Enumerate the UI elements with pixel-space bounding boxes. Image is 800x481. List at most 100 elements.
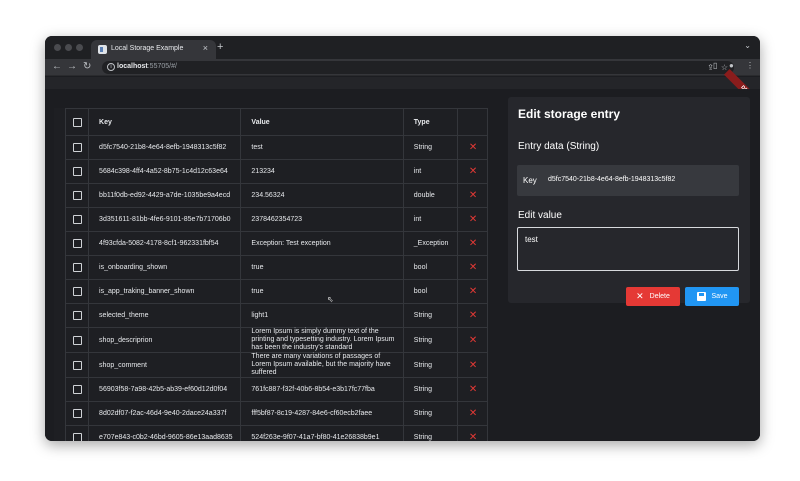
row-type-cell: String	[402, 377, 458, 402]
row-checkbox[interactable]	[73, 311, 82, 320]
row-delete-cell: ✕	[456, 183, 488, 208]
row-value-text: fff5bf87-8c19-4287-84e6-cf60ecb2faee	[251, 409, 373, 417]
storage-table: Key Value Type d5fc7540-21b8-4e64-8efb-1…	[64, 108, 488, 441]
select-all-checkbox[interactable]	[73, 117, 82, 127]
delete-row-icon[interactable]: ✕	[469, 286, 477, 297]
row-value-text: test	[251, 143, 263, 151]
reload-icon[interactable]: ↻	[83, 61, 91, 72]
delete-button[interactable]: ✕ Delete	[626, 287, 680, 306]
tab-title: Local Storage Example	[111, 45, 184, 52]
table-row[interactable]: selected_theme light1 String ✕	[64, 303, 488, 328]
row-checkbox[interactable]	[73, 143, 82, 152]
browser-menu-icon[interactable]: ⋮	[746, 61, 754, 70]
delete-button-label: Delete	[649, 293, 670, 300]
row-checkbox[interactable]	[73, 433, 82, 441]
table-row[interactable]: 5684c398-4ff4-4a52-8b75-1c4d12c63e64 2132…	[64, 159, 488, 184]
back-icon[interactable]: ←	[52, 61, 62, 72]
row-checkbox[interactable]	[73, 360, 82, 370]
row-checkbox[interactable]	[73, 191, 82, 200]
delete-row-icon[interactable]: ✕	[469, 166, 477, 177]
tab-strip: Local Storage Example × + ⌄	[45, 36, 760, 59]
row-checkbox[interactable]	[73, 409, 82, 418]
select-all-cell	[64, 108, 90, 136]
table-row[interactable]: bb11f0db-ed92-4429-a7de-1035be9a4ecd 234.…	[64, 183, 488, 208]
delete-row-icon[interactable]: ✕	[469, 142, 477, 153]
edit-panel: Edit storage entry Entry data (String) K…	[508, 97, 750, 306]
table-row[interactable]: e707e843-c0b2-46bd-9605-86e13aad8635 524f…	[64, 425, 488, 441]
row-value-cell: 761fc887-f32f-40b6-8b54-e3b17fc77fba	[240, 377, 404, 402]
row-key-cell: d5fc7540-21b8-4e64-8efb-1948313c5f82	[88, 135, 242, 160]
new-tab-icon[interactable]: +	[217, 41, 223, 53]
site-info-icon[interactable]: i	[107, 63, 115, 71]
row-type-cell: double	[402, 183, 458, 208]
column-header-actions	[456, 108, 488, 136]
row-key-cell: is_app_traking_banner_shown	[88, 279, 242, 304]
side-panel-icon[interactable]: ▯	[713, 61, 717, 70]
table-row[interactable]: 3d351611-81bb-4fe6-9101-85e7b71706b0 2378…	[64, 207, 488, 232]
row-key-cell: selected_theme	[88, 303, 242, 328]
save-icon	[696, 292, 706, 301]
row-key-cell: 56903f58-7a98-42b5-ab39-ef60d12d0f04	[88, 377, 242, 402]
row-checkbox[interactable]	[73, 287, 82, 296]
row-type-cell: String	[402, 352, 458, 378]
delete-row-icon[interactable]: ✕	[469, 408, 477, 419]
table-row[interactable]: 4f93cfda-5082-4178-8cf1-962331fbf54 Excep…	[64, 231, 488, 256]
row-value-text: Lorem Ipsum is simply dummy text of the …	[251, 328, 395, 351]
table-row[interactable]: is_onboarding_shown true bool ✕	[64, 255, 488, 280]
row-value-text: true	[251, 263, 264, 271]
row-value-cell: Lorem Ipsum is simply dummy text of the …	[240, 327, 404, 353]
delete-row-icon[interactable]: ✕	[469, 262, 477, 273]
forward-icon[interactable]: →	[67, 61, 77, 72]
row-checkbox[interactable]	[73, 335, 82, 345]
row-select-cell	[64, 303, 90, 328]
table-row[interactable]: shop_descriprion Lorem Ipsum is simply du…	[64, 327, 488, 353]
delete-row-icon[interactable]: ✕	[469, 190, 477, 201]
delete-row-icon[interactable]: ✕	[469, 432, 477, 441]
delete-row-icon[interactable]: ✕	[469, 214, 477, 225]
row-value-cell: 2378462354723	[240, 207, 404, 232]
window-minimize-dot[interactable]	[65, 44, 72, 51]
row-select-cell	[64, 327, 90, 353]
delete-row-icon[interactable]: ✕	[469, 360, 477, 371]
table-row[interactable]: d5fc7540-21b8-4e64-8efb-1948313c5f82 test…	[64, 135, 488, 160]
delete-row-icon[interactable]: ✕	[469, 384, 477, 395]
row-key-cell: shop_comment	[88, 352, 242, 378]
row-checkbox[interactable]	[73, 167, 82, 176]
table-row[interactable]: is_app_traking_banner_shown true bool ✕	[64, 279, 488, 304]
url-text[interactable]: localhost:55705/#/	[117, 63, 177, 70]
delete-row-icon[interactable]: ✕	[469, 238, 477, 249]
tab-search-icon[interactable]: ⌄	[744, 41, 751, 50]
row-value-text: 213234	[251, 167, 275, 175]
address-bar[interactable]: i localhost:55705/#/ ⇪ ☆	[102, 61, 734, 74]
row-select-cell	[64, 207, 90, 232]
row-delete-cell: ✕	[456, 377, 488, 402]
column-header-type: Type	[402, 108, 458, 136]
browser-tab[interactable]: Local Storage Example ×	[91, 40, 216, 59]
row-checkbox[interactable]	[73, 385, 82, 394]
row-checkbox[interactable]	[73, 215, 82, 224]
window-maximize-dot[interactable]	[76, 44, 83, 51]
row-checkbox[interactable]	[73, 263, 82, 272]
row-checkbox[interactable]	[73, 239, 82, 248]
row-select-cell	[64, 255, 90, 280]
row-value-cell: true	[240, 255, 404, 280]
key-value: d5fc7540-21b8-4e64-8efb-1948313c5f82	[548, 176, 676, 183]
table-row[interactable]: 8d02df07-f2ac-46d4-9e40-2dace24a337f fff5…	[64, 401, 488, 426]
row-type-cell: int	[402, 159, 458, 184]
delete-row-icon[interactable]: ✕	[469, 310, 477, 321]
row-select-cell	[64, 377, 90, 402]
row-value-text: 2378462354723	[251, 215, 303, 223]
row-delete-cell: ✕	[456, 135, 488, 160]
row-value-text: 761fc887-f32f-40b6-8b54-e3b17fc77fba	[251, 385, 375, 393]
close-icon: ✕	[636, 291, 644, 301]
tab-close-icon[interactable]: ×	[203, 43, 208, 53]
row-select-cell	[64, 425, 90, 441]
row-key-cell: e707e843-c0b2-46bd-9605-86e13aad8635	[88, 425, 242, 441]
flutter-favicon-icon	[98, 45, 107, 54]
window-close-dot[interactable]	[54, 44, 61, 51]
delete-row-icon[interactable]: ✕	[469, 335, 477, 346]
table-row[interactable]: 56903f58-7a98-42b5-ab39-ef60d12d0f04 761f…	[64, 377, 488, 402]
save-button[interactable]: Save	[685, 287, 739, 306]
table-row[interactable]: shop_comment There are many variations of…	[64, 352, 488, 378]
edit-value-input[interactable]: test	[517, 227, 739, 271]
